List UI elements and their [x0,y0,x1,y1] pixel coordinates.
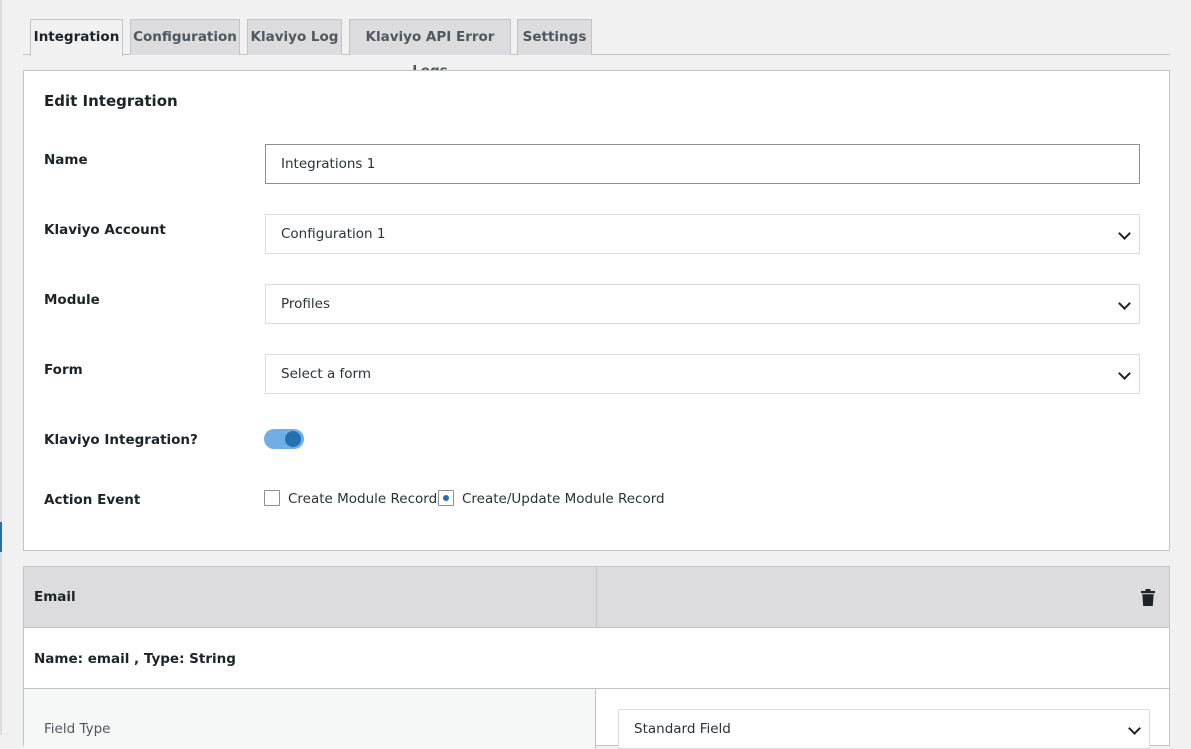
module-label: Module [44,292,100,308]
module-value: Profiles [281,296,331,312]
toggle-knob [285,431,301,447]
admin-menu-edge [0,0,2,735]
tab-settings[interactable]: Settings [517,19,592,55]
tab-integration[interactable]: Integration [30,19,123,56]
mapping-field-meta-row: Name: email , Type: String [24,628,1169,689]
chevron-down-icon [1128,722,1141,735]
mapping-header: Email [24,567,1169,628]
edit-integration-panel: Edit Integration Name Integrations 1 Kla… [23,70,1170,551]
panel-title: Edit Integration [44,92,178,110]
klaviyo-integration-toggle[interactable] [264,429,304,449]
klaviyo-account-value: Configuration 1 [281,226,386,242]
tab-klaviyo-log[interactable]: Klaviyo Log [247,19,342,55]
create-update-module-record-label[interactable]: Create/Update Module Record [462,491,665,507]
create-update-module-record-checkbox[interactable] [438,490,454,506]
mapping-field-title: Email [34,589,76,605]
name-label: Name [44,152,88,168]
klaviyo-account-label: Klaviyo Account [44,222,166,238]
column-divider [596,567,597,628]
field-type-cell: Field Type [24,689,596,749]
field-type-select[interactable]: Standard Field [618,709,1150,749]
action-event-label: Action Event [44,492,141,508]
tab-api-error-logs[interactable]: Klaviyo API Error Logs [349,19,511,79]
mapping-field-meta: Name: email , Type: String [34,651,236,667]
klaviyo-account-select[interactable]: Configuration 1 [265,214,1140,254]
create-module-record-checkbox[interactable] [264,490,280,506]
form-select[interactable]: Select a form [265,354,1140,394]
klaviyo-integration-label: Klaviyo Integration? [44,432,198,448]
tab-configuration[interactable]: Configuration [130,19,240,55]
field-mapping-table: Email Name: email , Type: String Field T… [23,566,1170,749]
chevron-down-icon [1118,297,1131,310]
trash-icon[interactable] [1141,589,1155,606]
name-input[interactable]: Integrations 1 [265,144,1140,184]
create-module-record-label[interactable]: Create Module Record [288,491,437,507]
nav-tabs: Integration Configuration Klaviyo Log Kl… [23,18,1170,79]
admin-menu-indicator [0,522,2,552]
chevron-down-icon [1118,227,1131,240]
chevron-down-icon [1118,367,1131,380]
form-value: Select a form [281,366,371,382]
module-select[interactable]: Profiles [265,284,1140,324]
form-label: Form [44,362,83,378]
